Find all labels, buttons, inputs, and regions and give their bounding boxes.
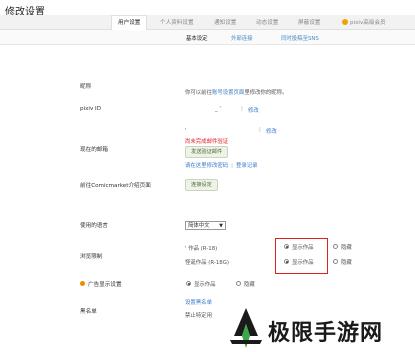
language-select[interactable]: 简体中文 ▼ — [185, 221, 226, 230]
login-history-link[interactable]: 登录记录 — [236, 163, 258, 169]
blacklist-settings-link[interactable]: 设置黑名单 — [185, 298, 212, 306]
pixiv-id-value: _ ' — [215, 106, 221, 112]
r18g-show-radio[interactable] — [284, 259, 289, 264]
tab-notification-settings[interactable]: 通知设置 — [214, 18, 236, 26]
subtab-external[interactable]: 外部连接 — [231, 34, 253, 42]
account-settings-link[interactable]: 账号设置页面 — [212, 90, 244, 96]
send-verification-button[interactable]: 发送验证邮件 — [185, 146, 229, 158]
language-select-value: 简体中文 — [188, 223, 210, 229]
blacklist-note: 禁止特定用 — [185, 313, 212, 319]
r18-hide-radio[interactable] — [333, 244, 338, 249]
tab-feed-settings[interactable]: 动态设置 — [256, 18, 278, 26]
comicmarket-label: 前往Comicmarket介绍页面 — [80, 183, 151, 189]
tab-block-settings[interactable]: 屏蔽设置 — [298, 18, 320, 26]
nickname-desc-post: 里修改你的昵称。 — [244, 90, 288, 96]
sub-tab-bar: 基本设定 外部连接 同时投稿至SNS — [0, 30, 415, 45]
ads-hide-radio[interactable] — [236, 281, 241, 286]
r18-show-radio[interactable] — [284, 244, 289, 249]
watermark-text: 极限手游网 — [268, 321, 384, 346]
email-value: ' — [185, 128, 187, 134]
nickname-desc: 你可以前往账号设置页面里修改你的昵称。 — [185, 88, 287, 96]
ads-hide-label: 隐藏 — [244, 282, 255, 288]
r18-label: ' 作品 (R-18) — [185, 246, 218, 252]
email-label: 现在的邮箱 — [80, 147, 108, 153]
ads-label: 广告显示设置 — [88, 282, 122, 288]
r18g-hide-radio[interactable] — [333, 259, 338, 264]
watermark-logo: 极限手游网 — [222, 305, 415, 352]
tab-profile-settings[interactable]: 个人资料设置 — [160, 18, 194, 26]
tab-premium-label: pixiv高级会员 — [350, 20, 386, 26]
r18g-show-label: 显示作品 — [292, 260, 314, 266]
r18-show-label: 显示作品 — [292, 245, 314, 251]
language-label: 使用的语言 — [80, 223, 108, 229]
links-sep: | — [231, 163, 233, 169]
r18g-hide-label: 隐藏 — [341, 260, 352, 266]
subtab-basic[interactable]: 基本设定 — [186, 34, 208, 42]
tab-user-settings[interactable]: 用户设置 — [111, 15, 148, 31]
email-unverified-notice: 尚未完成邮件验证 — [185, 139, 229, 145]
pixiv-id-sep: | — [241, 106, 243, 112]
r18-hide-label: 隐藏 — [341, 245, 352, 251]
email-sep: | — [259, 127, 261, 133]
change-password-link[interactable]: 请在这里修改密码 — [185, 163, 228, 169]
tab-premium[interactable]: pixiv高级会员 — [342, 18, 386, 26]
dropdown-arrow-icon: ▼ — [219, 223, 223, 229]
nickname-label: 昵称 — [80, 84, 92, 90]
tab-bar: 用户设置 个人资料设置 通知设置 动态设置 屏蔽设置 pixiv高级会员 — [0, 15, 415, 31]
browse-limit-label: 浏览限制 — [80, 254, 103, 260]
pixiv-id-label: pixiv ID — [80, 106, 102, 112]
blacklist-label: 黑名单 — [80, 309, 97, 315]
ad-icon — [80, 281, 85, 286]
email-links: 请在这里修改密码 | 登录记录 — [185, 161, 258, 169]
email-edit-link[interactable]: 修改 — [266, 127, 277, 135]
ads-show-radio[interactable] — [186, 281, 191, 286]
pixiv-logo-icon — [342, 19, 348, 25]
nickname-desc-pre: 你可以前往 — [185, 90, 212, 96]
ads-show-label: 显示作品 — [194, 282, 216, 288]
pixiv-id-edit-link[interactable]: 修改 — [248, 106, 259, 114]
watermark-leaf-icon — [230, 308, 262, 348]
subtab-sns[interactable]: 同时投稿至SNS — [281, 34, 319, 42]
comicmarket-connect-button[interactable]: 连接设定 — [185, 179, 218, 191]
r18g-label: 怪诞作品 (R-18G) — [185, 260, 229, 266]
